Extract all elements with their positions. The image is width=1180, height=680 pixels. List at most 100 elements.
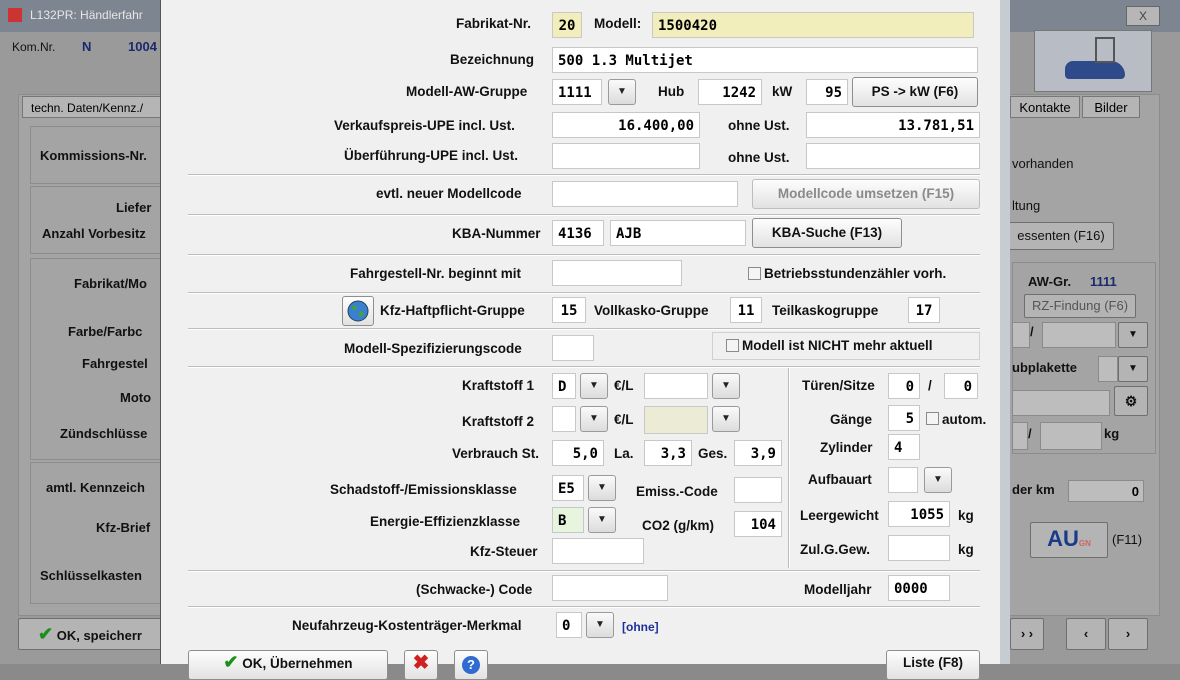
leergewicht-field[interactable]: 1055: [888, 501, 950, 527]
bg-field-6[interactable]: [1040, 422, 1102, 450]
bg-au-button[interactable]: AUGN: [1030, 522, 1108, 558]
tool-icon: ⚙: [1124, 393, 1138, 409]
neuer-modellcode-field[interactable]: [552, 181, 738, 207]
ueberfuehrung-ohne-field[interactable]: [806, 143, 980, 169]
bg-nav-prev-button[interactable]: ‹: [1066, 618, 1106, 650]
bg-field-3[interactable]: [1098, 356, 1118, 382]
zulg-field[interactable]: [888, 535, 950, 561]
kraftstoff1-field[interactable]: D: [552, 373, 576, 399]
nicht-aktuell-checkbox[interactable]: [726, 339, 739, 352]
verbrauch-st-field[interactable]: 5,0: [552, 440, 604, 466]
bg-rz-findung-button[interactable]: RZ-Findung (F6): [1024, 294, 1136, 318]
kraftstoff2-price-field[interactable]: [644, 406, 708, 434]
bg-nav-forward-button[interactable]: › ›: [1010, 618, 1044, 650]
vk-upe-label: Verkaufspreis-UPE incl. Ust.: [334, 118, 515, 133]
leergewicht-label: Leergewicht: [800, 508, 879, 523]
kw-field[interactable]: 95: [806, 79, 848, 105]
emiss-code-field[interactable]: [734, 477, 782, 503]
modelljahr-field[interactable]: 0000: [888, 575, 950, 601]
verbrauch-la-field[interactable]: 3,3: [644, 440, 692, 466]
vk-ohne-field[interactable]: 13.781,51: [806, 112, 980, 138]
bg-ok-save-button[interactable]: ✔ OK, speicherr: [18, 618, 162, 650]
energie-field[interactable]: B: [552, 507, 584, 533]
aufbauart-dropdown[interactable]: ▼: [924, 467, 952, 493]
chevron-down-icon: ▼: [589, 413, 599, 424]
kraftstoff2-field[interactable]: [552, 406, 576, 432]
modellcode-umsetzen-button[interactable]: Modellcode umsetzen (F15): [752, 179, 980, 209]
bg-nav-next-button[interactable]: ›: [1108, 618, 1148, 650]
bg-fabrikat-label: Fabrikat/Mo: [74, 276, 147, 291]
ps-kw-button[interactable]: PS -> kW (F6): [852, 77, 978, 107]
bg-tool-button[interactable]: ⚙: [1114, 386, 1148, 416]
help-button[interactable]: ?: [454, 650, 488, 680]
kba-field-2[interactable]: AJB: [610, 220, 746, 246]
kg2-label: kg: [958, 542, 974, 557]
bg-anzahl-label: Anzahl Vorbesitz: [42, 226, 146, 241]
kraftstoff1-price-field[interactable]: [644, 373, 708, 399]
liste-button[interactable]: Liste (F8): [886, 650, 980, 680]
bg-field-4[interactable]: [1012, 390, 1110, 416]
separator-3: [188, 254, 980, 256]
kraftstoff1-dropdown[interactable]: ▼: [580, 373, 608, 399]
vertical-separator: [788, 368, 790, 568]
kraftstoff2-dropdown[interactable]: ▼: [580, 406, 608, 432]
fabrikat-nr-field[interactable]: 20: [552, 12, 582, 38]
kfz-steuer-field[interactable]: [552, 538, 644, 564]
neufahrzeug-dropdown[interactable]: ▼: [586, 612, 614, 638]
komnr-label: Kom.Nr.: [12, 40, 56, 54]
ueberfuehrung-field[interactable]: [552, 143, 700, 169]
bg-interessenten-button[interactable]: essenten (F16): [1008, 222, 1114, 250]
schwacke-label: (Schwacke-) Code: [416, 582, 533, 597]
betriebsstunden-checkbox[interactable]: [748, 267, 761, 280]
vk-upe-field[interactable]: 16.400,00: [552, 112, 700, 138]
globe-button[interactable]: [342, 296, 374, 326]
bg-tung: ltung: [1012, 198, 1041, 213]
autom-checkbox[interactable]: [926, 412, 939, 425]
vollkasko-field[interactable]: 11: [730, 297, 762, 323]
vollkasko-label: Vollkasko-Gruppe: [594, 303, 709, 318]
bg-dropdown-1[interactable]: ▼: [1118, 322, 1148, 348]
kraftstoff1-price-dropdown[interactable]: ▼: [712, 373, 740, 399]
kfz-haftpflicht-field[interactable]: 15: [552, 297, 586, 323]
tab-bilder[interactable]: Bilder: [1082, 96, 1140, 118]
tab-techn-daten[interactable]: techn. Daten/Kennz./: [22, 96, 162, 118]
bg-km-field[interactable]: 0: [1068, 480, 1144, 502]
bg-field-1[interactable]: [1012, 322, 1030, 348]
ohne-ust-label: ohne Ust.: [728, 118, 790, 133]
sitze-field[interactable]: 0: [944, 373, 978, 399]
tab-kontakte[interactable]: Kontakte: [1010, 96, 1080, 118]
close-button[interactable]: X: [1126, 6, 1160, 26]
bg-field-5[interactable]: [1012, 422, 1028, 450]
aw-gruppe-dropdown[interactable]: ▼: [608, 79, 636, 105]
zylinder-field[interactable]: 4: [888, 434, 920, 460]
kba-suche-button[interactable]: KBA-Suche (F13): [752, 218, 902, 248]
hub-field[interactable]: 1242: [698, 79, 762, 105]
aufbauart-field[interactable]: [888, 467, 918, 493]
bg-dropdown-2[interactable]: ▼: [1118, 356, 1148, 382]
cancel-button[interactable]: ✖: [404, 650, 438, 680]
kba-field-1[interactable]: 4136: [552, 220, 604, 246]
kfz-steuer-label: Kfz-Steuer: [470, 544, 538, 559]
tueren-field[interactable]: 0: [888, 373, 920, 399]
spez-code-field[interactable]: [552, 335, 594, 361]
aw-gruppe-field[interactable]: 1111: [552, 79, 602, 105]
verbrauch-ges-field[interactable]: 3,9: [734, 440, 782, 466]
gaenge-field[interactable]: 5: [888, 405, 920, 431]
bg-vorhanden: vorhanden: [1012, 156, 1074, 171]
kraftstoff2-price-dropdown[interactable]: ▼: [712, 406, 740, 432]
bezeichnung-field[interactable]: 500 1.3 Multijet: [552, 47, 978, 73]
co2-field[interactable]: 104: [734, 511, 782, 537]
fahrgestell-field[interactable]: [552, 260, 682, 286]
bg-field-2[interactable]: [1042, 322, 1116, 348]
modell-field[interactable]: 1500420: [652, 12, 974, 38]
ok-uebernehmen-button[interactable]: ✔ OK, Übernehmen: [188, 650, 388, 680]
separator-7: [188, 570, 980, 572]
teilkasko-field[interactable]: 17: [908, 297, 940, 323]
betriebsstunden-label: Betriebsstundenzähler vorh.: [764, 266, 947, 281]
schwacke-field[interactable]: [552, 575, 668, 601]
energie-dropdown[interactable]: ▼: [588, 507, 616, 533]
emiss-code-label: Emiss.-Code: [636, 484, 718, 499]
schadstoff-field[interactable]: E5: [552, 475, 584, 501]
neufahrzeug-field[interactable]: 0: [556, 612, 582, 638]
schadstoff-dropdown[interactable]: ▼: [588, 475, 616, 501]
